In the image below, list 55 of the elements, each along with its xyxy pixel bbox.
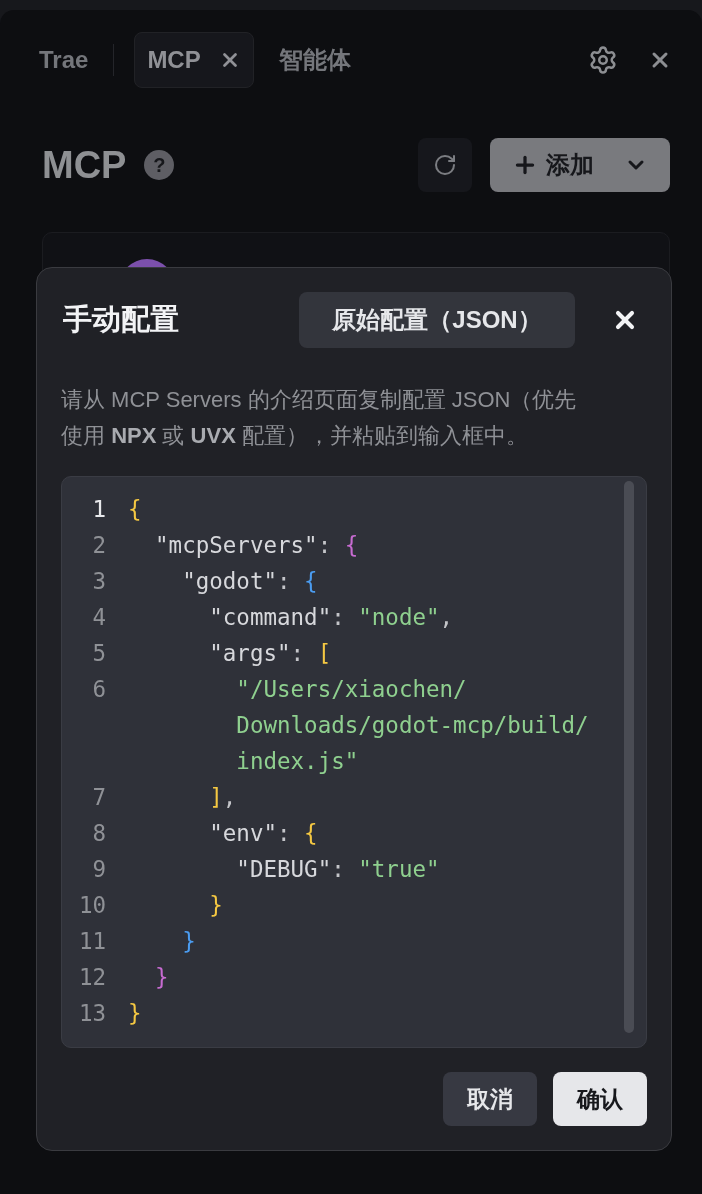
dialog-title: 手动配置 <box>63 302 179 337</box>
code-string: "node" <box>358 603 440 632</box>
tab[interactable]: Trae <box>26 32 102 88</box>
code-key: "env" <box>209 815 277 851</box>
code-punctuation: : <box>277 567 292 596</box>
line-number: 13 <box>77 999 106 1028</box>
line-number: 3 <box>91 567 106 596</box>
code-bracket: { <box>344 531 359 560</box>
tab[interactable]: 智能体 <box>265 32 364 88</box>
code-punctuation: , <box>439 603 454 632</box>
line-number: 9 <box>91 855 106 884</box>
code-punctuation: : <box>277 819 292 848</box>
code-bracket: { <box>128 495 142 524</box>
line-number: 10 <box>77 891 106 920</box>
line-number: 12 <box>77 963 106 992</box>
line-number: 7 <box>91 783 106 812</box>
cancel-button[interactable]: 取消 <box>443 1072 537 1126</box>
code-punctuation: : <box>317 531 333 560</box>
code-bracket: ] <box>209 783 223 812</box>
add-button[interactable]: 添加 <box>490 138 670 192</box>
code-bracket: { <box>304 819 318 848</box>
code-string: "/Users/xiaochen/ Downloads/godot-mcp/build/ index.js" <box>236 675 589 776</box>
scrollbar[interactable] <box>624 481 634 1033</box>
mode-button[interactable]: 原始配置（JSON） <box>299 292 575 348</box>
code-key: "godot" <box>182 563 277 599</box>
code-bracket: } <box>209 891 223 920</box>
code-punctuation: : <box>331 855 346 884</box>
code-editor[interactable]: 1 { 2 "mcpServers": { 3 "godot": { 4 "command": "node", 5 "args": [ 6 "/Users/xiaochen/ Downloads/godot-mcp/build/ index.js" 7 ], 8 "env": { 9 "DEBUG": "true" 10 } 11 } 12 } 13 } <box>61 476 647 1048</box>
line-number: 5 <box>91 639 106 668</box>
code-bracket: } <box>182 927 196 956</box>
code-bracket: } <box>155 963 169 992</box>
line-number: 11 <box>77 927 106 956</box>
line-number: 4 <box>91 603 106 632</box>
settings-icon[interactable] <box>588 45 618 75</box>
code-bracket: { <box>304 567 318 596</box>
code-key: "DEBUG" <box>236 851 332 887</box>
code-key: "command" <box>209 599 332 635</box>
code-punctuation: : <box>331 603 346 632</box>
line-number: 2 <box>91 531 106 560</box>
code-punctuation: , <box>222 783 237 812</box>
code-string: "true" <box>358 855 440 884</box>
tab[interactable]: MCP <box>134 32 254 88</box>
line-number: 1 <box>91 495 106 524</box>
code-punctuation: : <box>290 639 306 668</box>
code-key: "mcpServers" <box>155 527 318 563</box>
line-number: 8 <box>91 819 106 848</box>
description: 请从 MCP Servers 的介绍页面复制配置 JSON（优先使用 NPX 或 UVX 配置），并粘贴到输入框中。 <box>61 386 578 450</box>
confirm-button[interactable]: 确认 <box>553 1072 647 1126</box>
refresh-button[interactable] <box>418 138 472 192</box>
page-title: MCP <box>42 143 127 187</box>
code-key: "args" <box>209 635 291 671</box>
code-bracket: [ <box>317 639 332 668</box>
line-number: 6 <box>91 675 106 704</box>
refresh-icon <box>433 153 457 177</box>
code-bracket: } <box>128 999 142 1028</box>
